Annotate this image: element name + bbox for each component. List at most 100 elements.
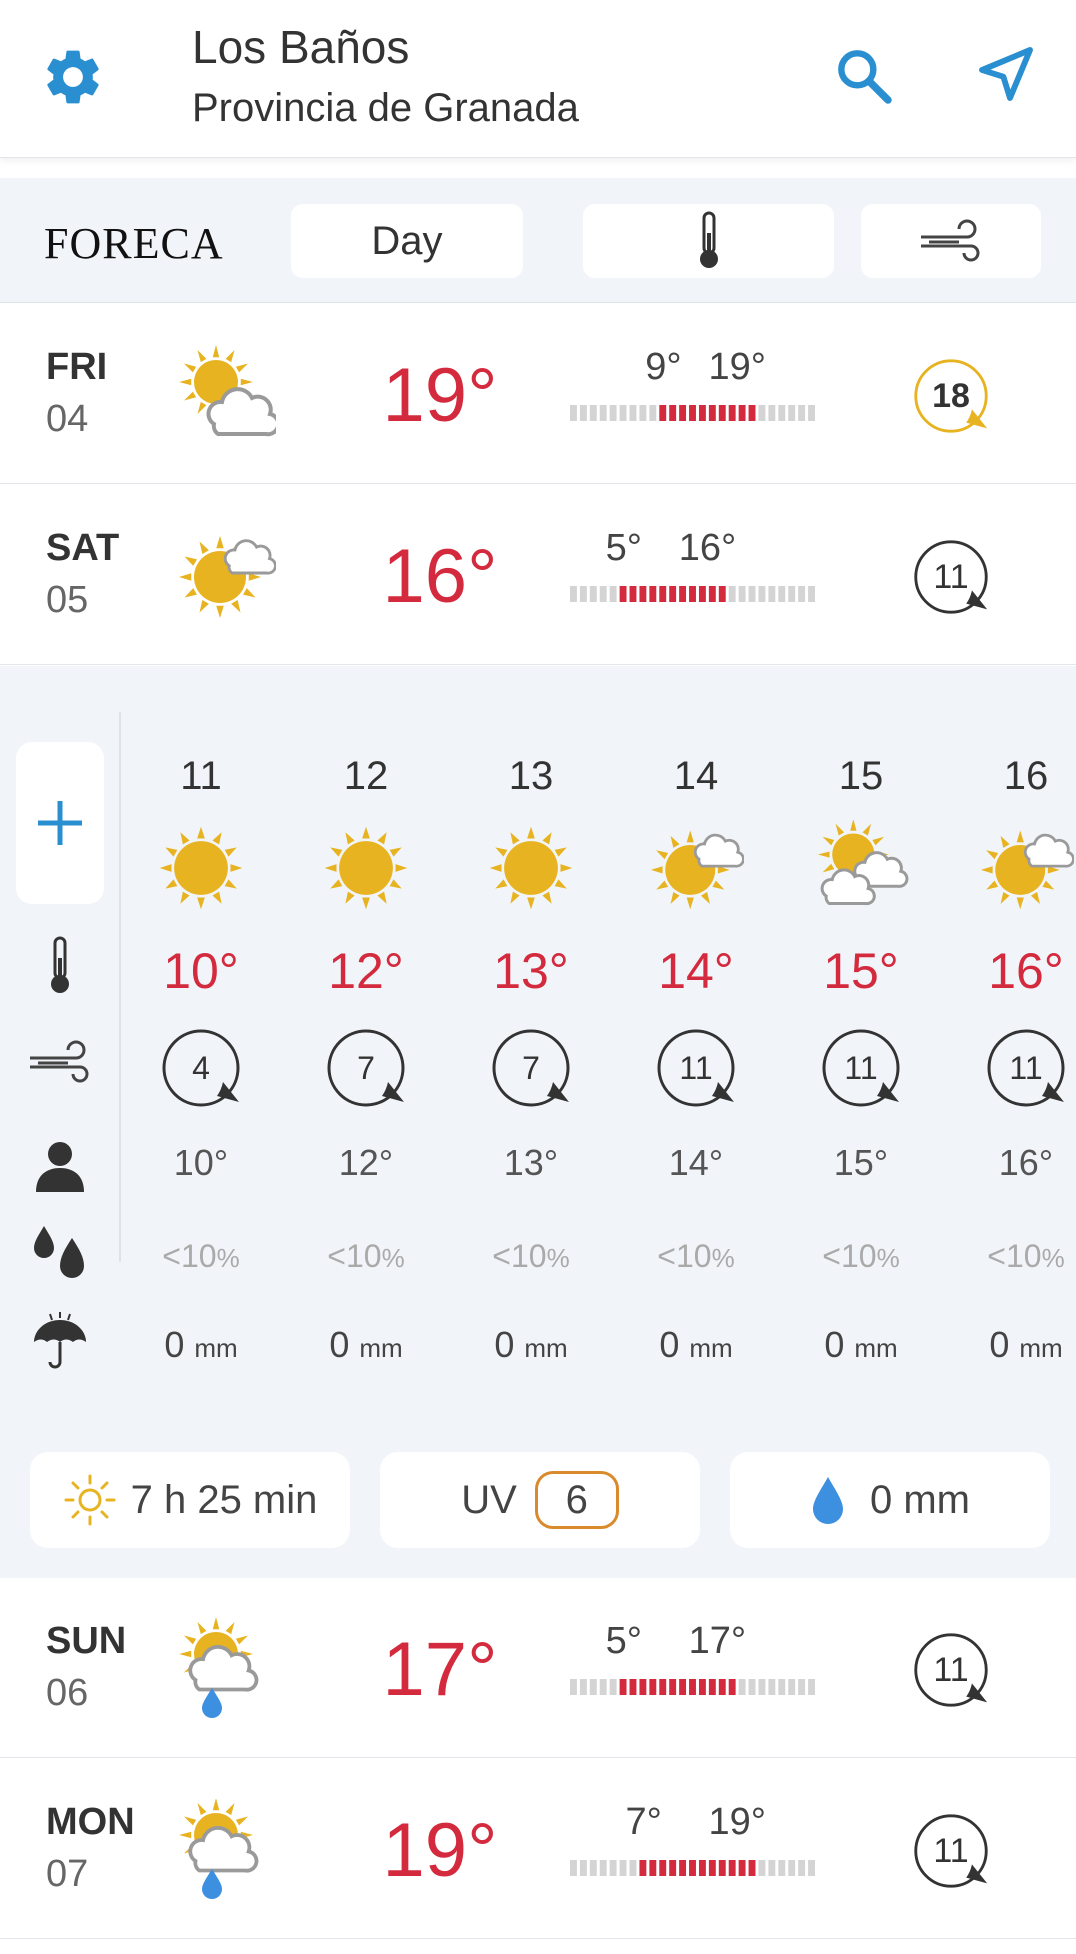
range-segment: [738, 586, 746, 602]
day-forecast-row[interactable]: SAT 05 16° 5° 16° 11: [0, 485, 1076, 665]
range-segment: [708, 1860, 716, 1876]
range-segment: [629, 405, 637, 421]
hour-label: 13: [508, 754, 554, 798]
range-segment: [609, 405, 617, 421]
sunshine-text: 7 h 25 min: [130, 1477, 318, 1522]
range-segment: [728, 405, 736, 421]
range-segment: [609, 1860, 617, 1876]
sun-icon: [324, 826, 408, 910]
sun-icon: [489, 826, 573, 910]
sun-small-cloud-icon: [980, 830, 1074, 910]
range-segment: [798, 586, 806, 602]
precip-mm-value: 0: [824, 1324, 845, 1365]
max-temp: 19°: [708, 346, 766, 388]
gear-icon[interactable]: [40, 44, 106, 110]
range-segment: [659, 1860, 667, 1876]
wind-badge: 18: [911, 356, 991, 436]
range-segment: [659, 586, 667, 602]
sun-small-cloud-icon: [179, 536, 276, 618]
uv-value-badge: 6: [534, 1471, 619, 1529]
percent-unit: %: [381, 1243, 405, 1273]
sun-outline-icon: [64, 1474, 116, 1526]
day-mode-button[interactable]: Day: [291, 204, 523, 278]
range-segment: [629, 1679, 637, 1695]
search-icon[interactable]: [832, 44, 896, 108]
range-segment: [579, 1860, 587, 1876]
range-segment: [698, 586, 706, 602]
temperature-view-button[interactable]: [583, 204, 834, 278]
min-temp: 5°: [605, 527, 642, 569]
precip-mm-value: 0: [164, 1324, 185, 1365]
range-segment: [679, 586, 687, 602]
wind-speed: 11: [1009, 1050, 1043, 1086]
day-forecast-row[interactable]: FRI 04 19° 9° 19° 18: [0, 304, 1076, 484]
range-segment: [698, 1679, 706, 1695]
range-segment: [728, 1860, 736, 1876]
app-header: Los Baños Provincia de Granada: [0, 0, 1076, 158]
wind-badge: 11: [911, 1630, 991, 1710]
hour-wind-badge: 4: [159, 1026, 243, 1110]
range-segment: [669, 405, 677, 421]
range-segment: [679, 405, 687, 421]
range-segment: [808, 405, 815, 421]
hour-feels-like: 10°: [173, 1142, 229, 1183]
range-segment: [718, 405, 726, 421]
range-segment: [778, 1860, 786, 1876]
mm-unit: mm: [194, 1333, 238, 1363]
hour-label: 11: [180, 754, 222, 798]
sun-cloud-icon: [179, 345, 276, 437]
range-segment: [798, 1679, 806, 1695]
range-segment: [599, 1679, 607, 1695]
precip-prob-value: <10: [657, 1238, 712, 1274]
percent-unit: %: [876, 1243, 900, 1273]
range-segment: [758, 586, 766, 602]
precip-mm-value: 0: [494, 1324, 515, 1365]
expand-button[interactable]: [16, 742, 104, 904]
range-segment: [659, 405, 667, 421]
location-title[interactable]: Los Baños: [192, 20, 409, 74]
range-segment: [698, 405, 706, 421]
day-forecast-row[interactable]: SUN 06 17° 5° 17° 11: [0, 1578, 1076, 1758]
precip-prob-value: <10: [492, 1238, 547, 1274]
sunshine-duration: 7 h 25 min: [30, 1452, 350, 1548]
day-name: MON: [46, 1801, 135, 1843]
day-name: SUN: [46, 1620, 127, 1662]
range-segment: [599, 1860, 607, 1876]
day-forecast-row[interactable]: MON 07 19° 7° 19° 11: [0, 1759, 1076, 1939]
hour-wind-badge: 11: [984, 1026, 1068, 1110]
range-segment: [589, 405, 597, 421]
range-segment: [689, 1860, 696, 1876]
precip-mm-value: 0: [659, 1324, 680, 1365]
max-temp: 19°: [708, 1801, 766, 1843]
hour-label: 16: [1003, 754, 1049, 798]
percent-unit: %: [711, 1243, 735, 1273]
range-segment: [738, 1860, 746, 1876]
range-segment: [570, 1679, 577, 1695]
wind-icon: [921, 219, 980, 262]
wind-view-button[interactable]: [861, 204, 1041, 278]
sun-icon: [159, 826, 243, 910]
range-segment: [579, 586, 587, 602]
day-max-temp: 17°: [382, 1627, 498, 1712]
wind-speed: 11: [679, 1050, 713, 1086]
precip-prob-value: <10: [162, 1238, 217, 1274]
temperature-range-bar: [570, 586, 815, 602]
range-segment: [768, 1860, 776, 1876]
wind-speed: 7: [357, 1050, 375, 1086]
day-date: 05: [46, 579, 89, 621]
mm-unit: mm: [1019, 1333, 1063, 1363]
hour-temp: 13°: [493, 943, 569, 999]
range-segment: [689, 1679, 696, 1695]
hour-precip-amount: 0 mm: [951, 1324, 1076, 1366]
day-max-temp: 19°: [382, 353, 498, 438]
thermometer-icon: [51, 936, 69, 993]
location-arrow-icon[interactable]: [974, 42, 1038, 106]
hour-precip-amount: 0 mm: [621, 1324, 771, 1366]
range-segment: [708, 405, 716, 421]
location-region[interactable]: Provincia de Granada: [192, 86, 579, 131]
range-segment: [788, 586, 796, 602]
range-segment: [689, 405, 696, 421]
day-name: FRI: [46, 346, 108, 388]
thermometer-icon: [699, 211, 718, 268]
min-temp: 9°: [645, 346, 682, 388]
